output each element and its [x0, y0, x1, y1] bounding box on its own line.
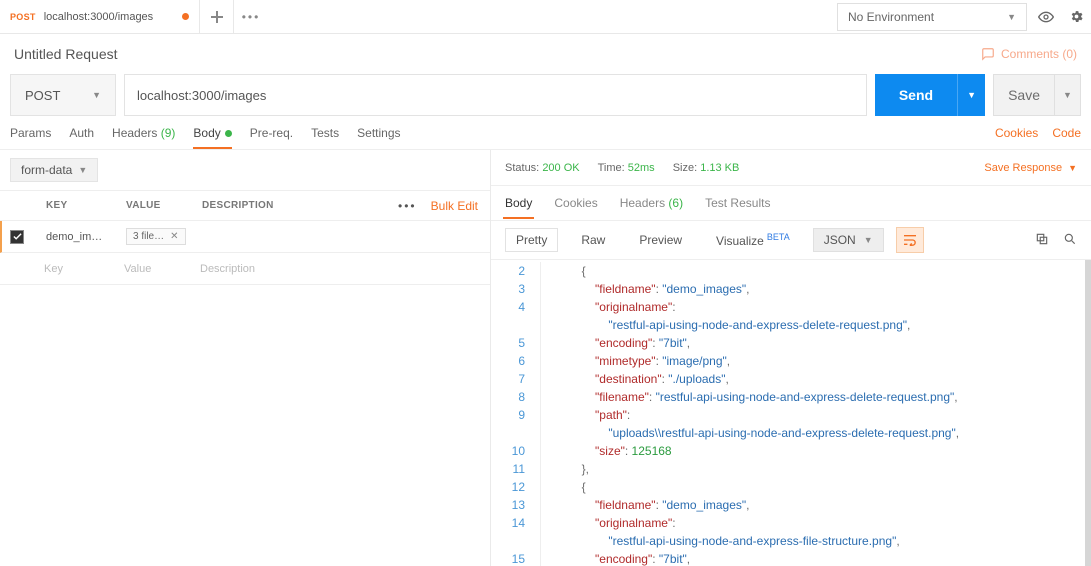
copy-icon: [1035, 232, 1049, 246]
resp-tab-cookies[interactable]: Cookies: [554, 196, 597, 210]
chevron-down-icon: ▼: [864, 235, 873, 245]
chevron-down-icon: ▼: [1068, 163, 1077, 173]
request-tab[interactable]: POST localhost:3000/images: [0, 0, 200, 33]
time-value: 52ms: [628, 162, 655, 174]
method-label: POST: [25, 88, 60, 103]
chevron-down-icon: ▼: [78, 165, 87, 175]
method-select[interactable]: POST ▼: [10, 74, 116, 116]
comments-label: Comments (0): [1001, 47, 1077, 61]
resp-tab-tests[interactable]: Test Results: [705, 196, 770, 210]
url-input[interactable]: localhost:3000/images: [124, 74, 867, 116]
wrap-lines-button[interactable]: [896, 227, 924, 253]
copy-button[interactable]: [1035, 232, 1049, 249]
tab-body-label: Body: [193, 126, 220, 140]
environment-label: No Environment: [848, 10, 934, 24]
save-response-button[interactable]: Save Response ▼: [984, 162, 1077, 174]
tab-params[interactable]: Params: [10, 126, 51, 140]
resp-tab-headers-label: Headers: [620, 196, 665, 210]
kv-value-placeholder[interactable]: Value: [116, 263, 192, 275]
beta-badge: BETA: [767, 232, 790, 242]
tab-method-badge: POST: [10, 12, 36, 22]
time-label: Time:: [598, 162, 625, 174]
eye-icon: [1038, 9, 1054, 25]
kv-value[interactable]: 3 file… ✕: [118, 228, 194, 245]
resp-tab-body[interactable]: Body: [505, 196, 532, 210]
comment-icon: [981, 47, 995, 61]
tab-tests[interactable]: Tests: [311, 126, 339, 140]
save-label: Save: [994, 87, 1054, 103]
cookies-link[interactable]: Cookies: [995, 126, 1038, 140]
save-button[interactable]: Save ▼: [993, 74, 1081, 116]
tab-title: localhost:3000/images: [44, 11, 153, 23]
chevron-down-icon: ▼: [1007, 12, 1016, 22]
environment-quicklook-button[interactable]: [1031, 3, 1061, 31]
kv-row[interactable]: demo_im… 3 file… ✕: [0, 221, 490, 253]
kv-more-button[interactable]: •••: [398, 199, 417, 213]
resp-tab-headers[interactable]: Headers (6): [620, 196, 683, 210]
close-icon[interactable]: ✕: [170, 231, 178, 242]
save-response-label: Save Response: [984, 162, 1062, 174]
code-link[interactable]: Code: [1052, 126, 1081, 140]
save-split-button[interactable]: ▼: [1054, 75, 1080, 115]
send-label: Send: [875, 74, 957, 116]
body-active-dot-icon: [225, 130, 232, 137]
view-visualize-label: Visualize: [716, 234, 764, 248]
format-select[interactable]: JSON ▼: [813, 228, 884, 252]
chevron-down-icon: ▼: [1063, 90, 1072, 100]
dots-icon: •••: [242, 10, 261, 24]
request-name[interactable]: Untitled Request: [14, 46, 118, 62]
search-icon: [1063, 232, 1077, 246]
tab-prereq[interactable]: Pre-req.: [250, 126, 293, 140]
view-preview[interactable]: Preview: [628, 228, 693, 252]
tab-auth[interactable]: Auth: [69, 126, 94, 140]
kv-head-value: VALUE: [116, 200, 192, 211]
wrap-icon: [903, 234, 917, 246]
status-value: 200 OK: [542, 162, 579, 174]
chevron-down-icon: ▼: [92, 90, 101, 100]
status-label: Status:: [505, 162, 539, 174]
response-body[interactable]: 2 {3 "fieldname": "demo_images",4 "origi…: [491, 260, 1091, 566]
kv-key[interactable]: demo_im…: [38, 231, 118, 243]
row-checkbox[interactable]: [10, 230, 24, 244]
tab-headers[interactable]: Headers (9): [112, 126, 175, 140]
kv-head-desc: DESCRIPTION: [192, 200, 398, 211]
plus-icon: [211, 11, 223, 23]
resp-headers-count: (6): [668, 196, 683, 210]
file-chip-label: 3 file…: [133, 231, 164, 242]
kv-desc-placeholder[interactable]: Description: [192, 263, 490, 275]
size-label: Size:: [673, 162, 697, 174]
environment-select[interactable]: No Environment ▼: [837, 3, 1027, 31]
url-value: localhost:3000/images: [137, 88, 266, 103]
kv-head-key: KEY: [36, 200, 116, 211]
body-type-select[interactable]: form-data ▼: [10, 158, 98, 182]
search-button[interactable]: [1063, 232, 1077, 249]
chevron-down-icon: ▼: [967, 90, 976, 100]
headers-count: (9): [161, 126, 176, 140]
comments-button[interactable]: Comments (0): [981, 47, 1077, 61]
tab-settings[interactable]: Settings: [357, 126, 400, 140]
view-visualize[interactable]: VisualizeBETA: [705, 227, 801, 253]
unsaved-dot-icon: [182, 13, 189, 20]
send-button[interactable]: Send ▼: [875, 74, 985, 116]
kv-key-placeholder[interactable]: Key: [36, 263, 116, 275]
view-raw[interactable]: Raw: [570, 228, 616, 252]
check-icon: [13, 232, 22, 241]
format-label: JSON: [824, 233, 856, 247]
body-type-label: form-data: [21, 163, 72, 177]
view-pretty[interactable]: Pretty: [505, 228, 558, 252]
kv-row-empty[interactable]: Key Value Description: [0, 253, 490, 285]
new-tab-button[interactable]: [200, 0, 234, 33]
tab-body[interactable]: Body: [193, 126, 231, 140]
bulk-edit-button[interactable]: Bulk Edit: [431, 199, 478, 213]
tab-overflow-button[interactable]: •••: [234, 0, 268, 33]
send-split-button[interactable]: ▼: [957, 74, 985, 116]
gear-icon: [1069, 9, 1084, 24]
settings-button[interactable]: [1061, 3, 1091, 31]
size-value: 1.13 KB: [700, 162, 739, 174]
tab-headers-label: Headers: [112, 126, 157, 140]
